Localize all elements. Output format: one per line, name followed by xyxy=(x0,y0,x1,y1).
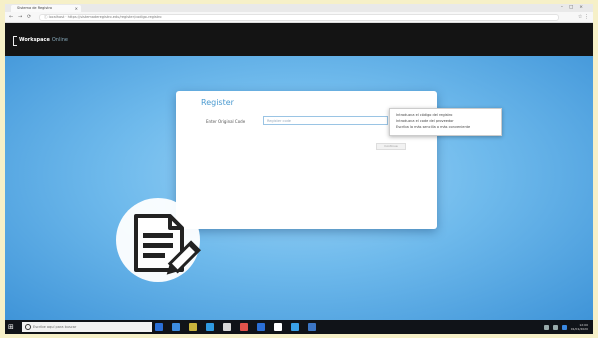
brand-name[interactable]: Workspace Online xyxy=(19,35,68,45)
autocomplete-tooltip: Introduzca el código del registro Introd… xyxy=(389,108,502,136)
taskbar-search-input[interactable]: Escribe aquí para buscar xyxy=(22,322,152,332)
taskbar-app-icon[interactable] xyxy=(308,323,316,331)
taskbar: ⊞ Escribe aquí para buscar 12:00 01/01/2… xyxy=(5,320,593,334)
tab-close-icon[interactable]: × xyxy=(75,5,78,12)
brand-title: Workspace xyxy=(19,37,50,43)
taskbar-app-icon[interactable] xyxy=(274,323,282,331)
tooltip-line[interactable]: Escriba la más sencilla o más convenient… xyxy=(396,124,495,130)
continue-button[interactable]: Continue xyxy=(376,143,406,150)
search-placeholder: Escribe aquí para buscar xyxy=(33,325,77,329)
network-icon[interactable] xyxy=(543,324,549,330)
browser-tab-title: Sistema de Registro xyxy=(17,6,53,10)
url-bar[interactable]: ⓘ localhost · https://sistemaderegistro.… xyxy=(39,14,559,21)
forward-arrow-icon[interactable]: → xyxy=(18,13,22,22)
clock[interactable]: 12:00 01/01/2020 xyxy=(571,323,588,331)
notification-icon[interactable] xyxy=(561,324,567,330)
bookmark-menu-icons[interactable]: ☆ ⋮ xyxy=(578,13,589,22)
taskbar-app-icon[interactable] xyxy=(291,323,299,331)
code-input[interactable] xyxy=(263,116,388,125)
taskbar-app-icon[interactable] xyxy=(155,323,163,331)
taskbar-app-icon[interactable] xyxy=(172,323,180,331)
back-arrow-icon[interactable]: ← xyxy=(9,13,13,22)
taskbar-app-icon[interactable] xyxy=(223,323,231,331)
taskbar-apps xyxy=(155,323,316,331)
browser-tab-bar: Sistema de Registro × –□× xyxy=(5,4,593,12)
brand-subtitle: Online xyxy=(51,37,68,43)
address-row: ← → ⟳ ⓘ localhost · https://sistemadereg… xyxy=(5,12,593,23)
system-tray: 12:00 01/01/2020 xyxy=(543,320,588,334)
windows-start-icon[interactable]: ⊞ xyxy=(8,323,14,331)
document-pencil-icon xyxy=(116,198,201,282)
volume-icon[interactable] xyxy=(552,324,558,330)
taskbar-app-icon[interactable] xyxy=(240,323,248,331)
browser-tab[interactable]: Sistema de Registro × xyxy=(11,5,81,12)
page-title: Register xyxy=(201,98,234,107)
taskbar-app-icon[interactable] xyxy=(206,323,214,331)
search-icon xyxy=(25,324,31,330)
main-content: Register Enter Original Code Continue In… xyxy=(5,56,593,320)
reload-icon[interactable]: ⟳ xyxy=(27,13,31,22)
clock-date: 01/01/2020 xyxy=(570,327,588,331)
app-header: Workspace Online xyxy=(5,23,593,56)
taskbar-app-icon[interactable] xyxy=(257,323,265,331)
taskbar-app-icon[interactable] xyxy=(189,323,197,331)
window-controls[interactable]: –□× xyxy=(561,4,589,12)
code-field-label: Enter Original Code xyxy=(206,119,246,124)
brand-logo-icon xyxy=(13,36,17,46)
